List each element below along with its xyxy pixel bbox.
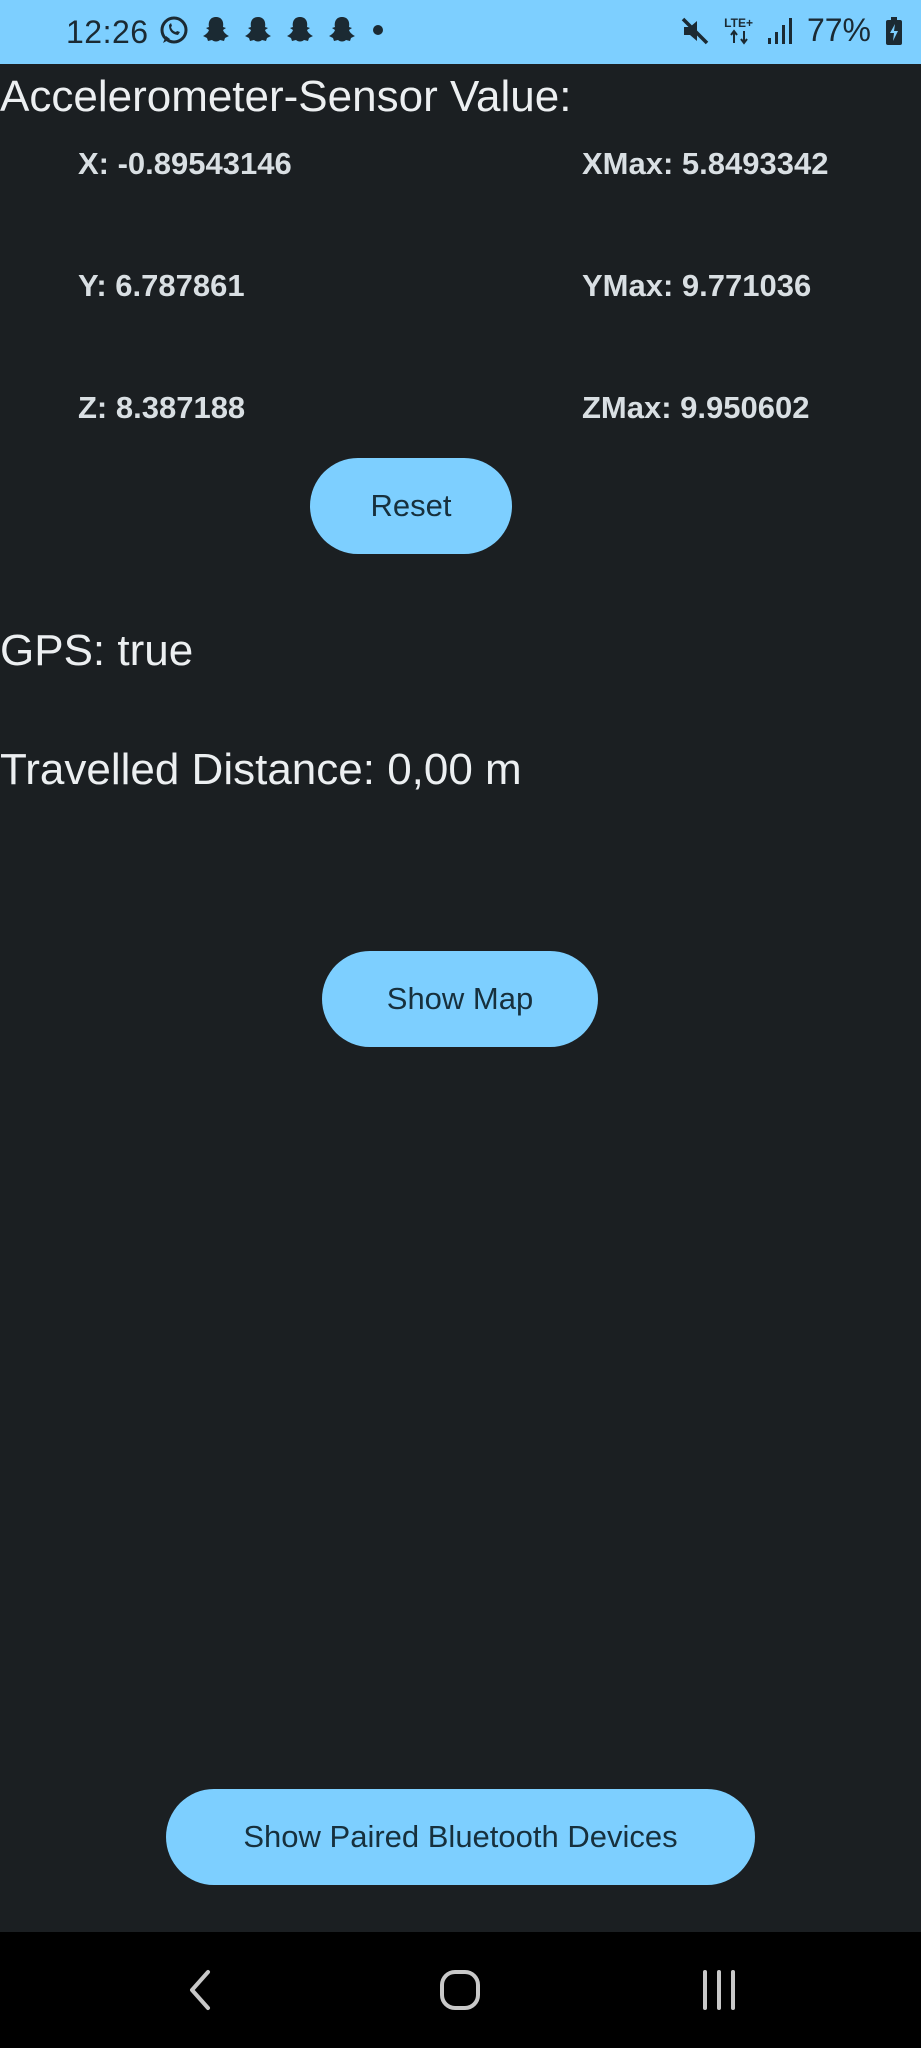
status-bar: 12:26 LTE+ 77% <box>0 0 921 64</box>
home-icon <box>440 1970 480 2010</box>
data-arrows-icon <box>729 28 748 45</box>
mute-icon <box>681 17 709 44</box>
network-label: LTE+ <box>724 15 753 30</box>
snapchat-icon <box>287 17 313 42</box>
y-value: Y: 6.787861 <box>78 268 245 303</box>
sensor-title: Accelerometer-Sensor Value: <box>0 72 572 121</box>
show-map-button[interactable]: Show Map <box>322 951 598 1047</box>
snapchat-icon <box>329 17 355 42</box>
show-bluetooth-devices-button[interactable]: Show Paired Bluetooth Devices <box>166 1789 755 1885</box>
x-value: X: -0.89543146 <box>78 146 292 181</box>
reset-button[interactable]: Reset <box>310 458 512 554</box>
xmax-value: XMax: 5.8493342 <box>582 146 829 181</box>
recents-button[interactable] <box>659 1932 779 2048</box>
zmax-value: ZMax: 9.950602 <box>582 390 810 425</box>
snapchat-icon <box>245 17 271 42</box>
notification-icons <box>158 14 388 46</box>
recents-icon <box>703 1970 735 2010</box>
battery-charging-icon <box>886 16 902 45</box>
back-icon <box>190 1970 210 2010</box>
status-right-icons: LTE+ 77% <box>680 12 903 49</box>
signal-icon <box>767 17 792 44</box>
z-value: Z: 8.387188 <box>78 390 246 425</box>
status-time: 12:26 <box>66 14 149 50</box>
dot-icon <box>373 25 383 35</box>
travelled-distance: Travelled Distance: 0,00 m <box>0 745 522 794</box>
home-button[interactable] <box>400 1932 520 2048</box>
network-indicator: LTE+ <box>724 17 753 45</box>
ymax-value: YMax: 9.771036 <box>582 268 812 303</box>
gps-status: GPS: true <box>0 626 194 675</box>
battery-percent: 77% <box>806 12 871 48</box>
whatsapp-icon <box>160 16 188 44</box>
back-button[interactable] <box>142 1932 262 2048</box>
snapchat-icon <box>203 17 229 42</box>
navigation-bar <box>0 1932 921 2048</box>
